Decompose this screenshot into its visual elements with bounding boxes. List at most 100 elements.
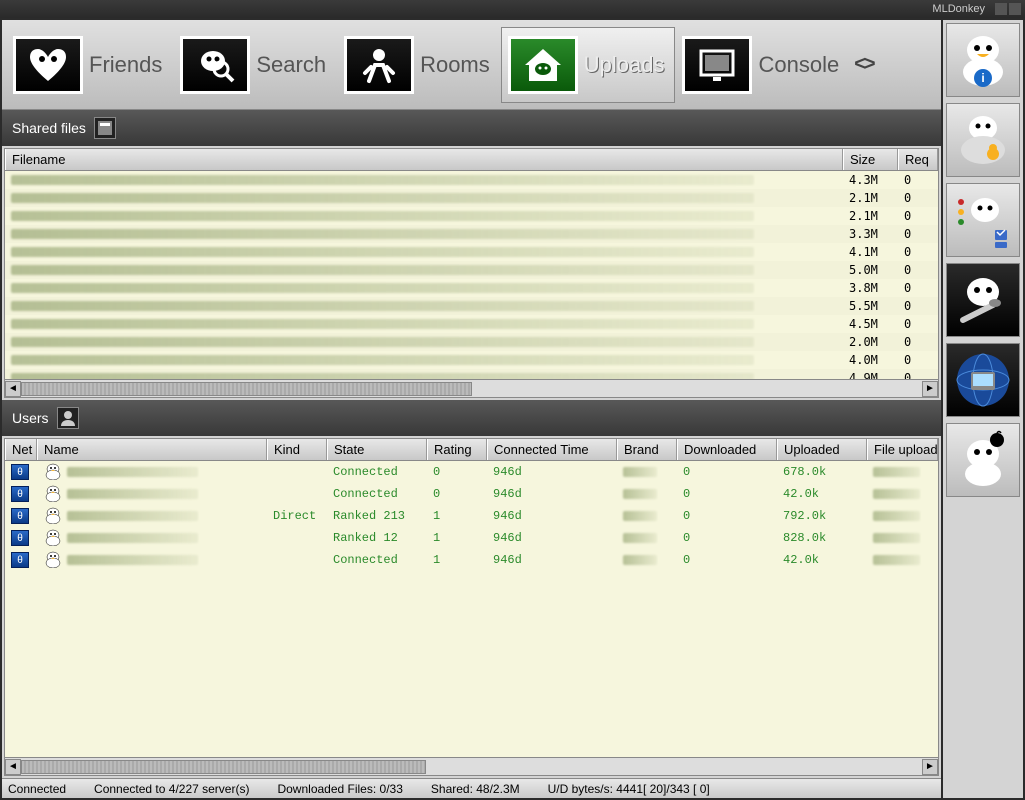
table-row[interactable]: 5.0M0 — [5, 261, 938, 279]
tab-uploads[interactable]: Uploads — [501, 27, 676, 103]
table-row[interactable]: 4.3M0 — [5, 171, 938, 189]
side-tool-button[interactable] — [946, 263, 1020, 337]
cell-ctime: 946d — [487, 505, 617, 527]
cell-req: 0 — [898, 351, 938, 369]
cell-name — [37, 527, 267, 549]
network-icon: θ — [11, 508, 29, 524]
table-row[interactable]: 4.5M0 — [5, 315, 938, 333]
tab-label: Console — [758, 52, 839, 78]
tab-search[interactable]: Search — [173, 27, 337, 103]
cell-downloaded: 0 — [677, 461, 777, 483]
table-row[interactable]: θConnected1946d042.0k — [5, 549, 938, 571]
tab-label: Friends — [89, 52, 162, 78]
col-net[interactable]: Net — [5, 439, 37, 460]
table-row[interactable]: 2.1M0 — [5, 189, 938, 207]
cell-size: 4.3M — [843, 171, 898, 189]
table-row[interactable]: 5.5M0 — [5, 297, 938, 315]
cell-net: θ — [5, 549, 37, 571]
col-uploaded[interactable]: Uploaded — [777, 439, 867, 460]
col-file-upload[interactable]: File upload — [867, 439, 938, 460]
cell-uploaded: 828.0k — [777, 527, 867, 549]
main-tabs: Friends Search Rooms Uploads Console <> — [2, 20, 941, 110]
cell-ctime: 946d — [487, 483, 617, 505]
side-globe-button[interactable] — [946, 343, 1020, 417]
network-icon: θ — [11, 486, 29, 502]
users-label: Users — [12, 410, 49, 426]
cell-uploaded: 678.0k — [777, 461, 867, 483]
table-row[interactable]: 2.1M0 — [5, 207, 938, 225]
cell-uploaded: 792.0k — [777, 505, 867, 527]
col-name[interactable]: Name — [37, 439, 267, 460]
cell-filename — [5, 225, 843, 243]
cell-filename — [5, 351, 843, 369]
side-quit-button[interactable] — [946, 423, 1020, 497]
side-info-button[interactable]: i — [946, 23, 1020, 97]
users-scrollbar[interactable]: ◄ ► — [5, 757, 938, 775]
cell-brand — [617, 483, 677, 505]
users-icon[interactable] — [57, 407, 79, 429]
screen-icon — [682, 36, 752, 94]
tab-label: Rooms — [420, 52, 490, 78]
minimize-button[interactable] — [995, 3, 1007, 15]
cell-file-upload — [867, 483, 938, 505]
table-row[interactable]: 4.9M0 — [5, 369, 938, 379]
cell-req: 0 — [898, 315, 938, 333]
col-downloaded[interactable]: Downloaded — [677, 439, 777, 460]
shared-scrollbar[interactable]: ◄ ► — [5, 379, 938, 397]
network-icon: θ — [11, 464, 29, 480]
table-row[interactable]: 2.0M0 — [5, 333, 938, 351]
cell-kind — [267, 461, 327, 483]
cell-size: 2.1M — [843, 189, 898, 207]
shared-files-icon[interactable] — [94, 117, 116, 139]
table-row[interactable]: θConnected0946d0678.0k — [5, 461, 938, 483]
col-state[interactable]: State — [327, 439, 427, 460]
status-ud-bytes: U/D bytes/s: 4441[ 20]/343 [ 0] — [548, 782, 710, 796]
table-row[interactable]: 3.3M0 — [5, 225, 938, 243]
cell-rating: 1 — [427, 505, 487, 527]
close-button[interactable] — [1009, 3, 1021, 15]
col-size[interactable]: Size — [843, 149, 898, 170]
cell-filename — [5, 243, 843, 261]
cell-state: Ranked 12 — [327, 527, 427, 549]
cell-downloaded: 0 — [677, 505, 777, 527]
col-req[interactable]: Req — [898, 149, 938, 170]
col-kind[interactable]: Kind — [267, 439, 327, 460]
status-downloaded: Downloaded Files: 0/33 — [277, 782, 402, 796]
table-row[interactable]: θConnected0946d042.0k — [5, 483, 938, 505]
cell-ctime: 946d — [487, 549, 617, 571]
cell-state: Connected — [327, 549, 427, 571]
tab-friends[interactable]: Friends — [6, 27, 173, 103]
search-icon — [180, 36, 250, 94]
cell-req: 0 — [898, 333, 938, 351]
cell-req: 0 — [898, 189, 938, 207]
table-row[interactable]: θDirectRanked 2131946d0792.0k — [5, 505, 938, 527]
tab-console[interactable]: Console — [675, 27, 850, 103]
tab-rooms[interactable]: Rooms — [337, 27, 501, 103]
cell-name — [37, 549, 267, 571]
col-rating[interactable]: Rating — [427, 439, 487, 460]
cell-state: Connected — [327, 461, 427, 483]
table-row[interactable]: 4.0M0 — [5, 351, 938, 369]
cell-state: Connected — [327, 483, 427, 505]
col-filename[interactable]: Filename — [5, 149, 843, 170]
cell-req: 0 — [898, 207, 938, 225]
table-row[interactable]: 3.8M0 — [5, 279, 938, 297]
table-row[interactable]: θRanked 121946d0828.0k — [5, 527, 938, 549]
col-brand[interactable]: Brand — [617, 439, 677, 460]
app-title: MLDonkey — [932, 3, 985, 15]
col-ctime[interactable]: Connected Time — [487, 439, 617, 460]
table-row[interactable]: 4.1M0 — [5, 243, 938, 261]
network-icon: θ — [11, 552, 29, 568]
cell-brand — [617, 505, 677, 527]
penguin-icon — [43, 550, 63, 571]
side-settings-button[interactable] — [946, 183, 1020, 257]
side-toolbar: i — [943, 20, 1023, 798]
cell-size: 4.0M — [843, 351, 898, 369]
cell-filename — [5, 207, 843, 225]
side-im-button[interactable] — [946, 103, 1020, 177]
tabs-scroll-arrows[interactable]: <> — [850, 53, 877, 76]
cell-net: θ — [5, 483, 37, 505]
svg-text:i: i — [981, 71, 984, 85]
status-shared: Shared: 48/2.3M — [431, 782, 520, 796]
cell-uploaded: 42.0k — [777, 483, 867, 505]
